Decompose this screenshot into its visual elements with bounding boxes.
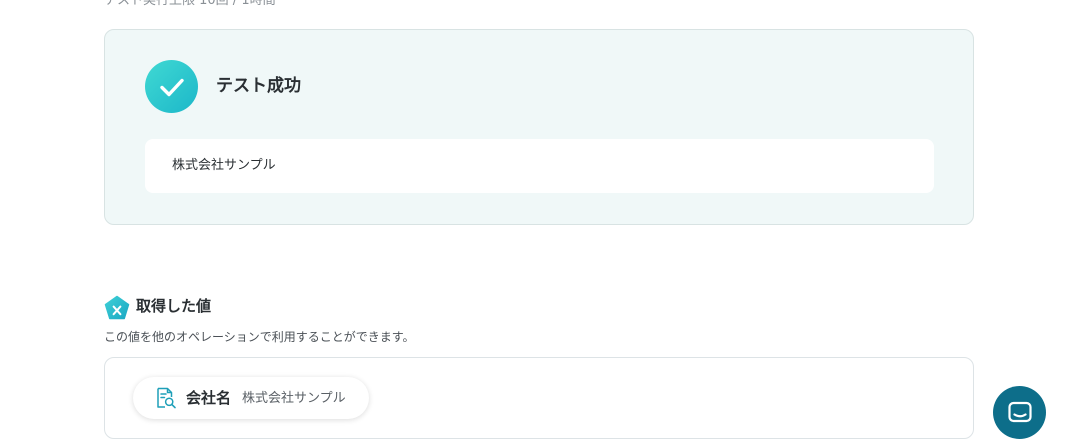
value-chip-value: 株式会社サンプル bbox=[242, 391, 346, 406]
check-circle-icon bbox=[145, 60, 198, 113]
chat-icon bbox=[1007, 401, 1032, 422]
obtained-values-description: この値を他のオペレーションで利用することができます。 bbox=[104, 330, 415, 344]
test-output-box: 株式会社サンプル bbox=[145, 139, 934, 193]
test-result-card: テスト成功 株式会社サンプル bbox=[104, 29, 974, 225]
chat-launcher-button[interactable] bbox=[993, 386, 1046, 439]
test-success-title: テスト成功 bbox=[216, 76, 301, 96]
pentagon-x-icon bbox=[104, 295, 130, 320]
value-chip-label: 会社名 bbox=[186, 389, 232, 407]
obtained-values-title: 取得した値 bbox=[136, 297, 212, 315]
obtained-values-card: 会社名 株式会社サンプル bbox=[104, 357, 974, 439]
document-search-icon bbox=[157, 387, 176, 409]
test-output-value: 株式会社サンプル bbox=[172, 158, 276, 173]
value-chip-company-name[interactable]: 会社名 株式会社サンプル bbox=[133, 377, 369, 419]
test-limit-text: テスト実行上限 10回 / 1時間 bbox=[104, 0, 276, 8]
